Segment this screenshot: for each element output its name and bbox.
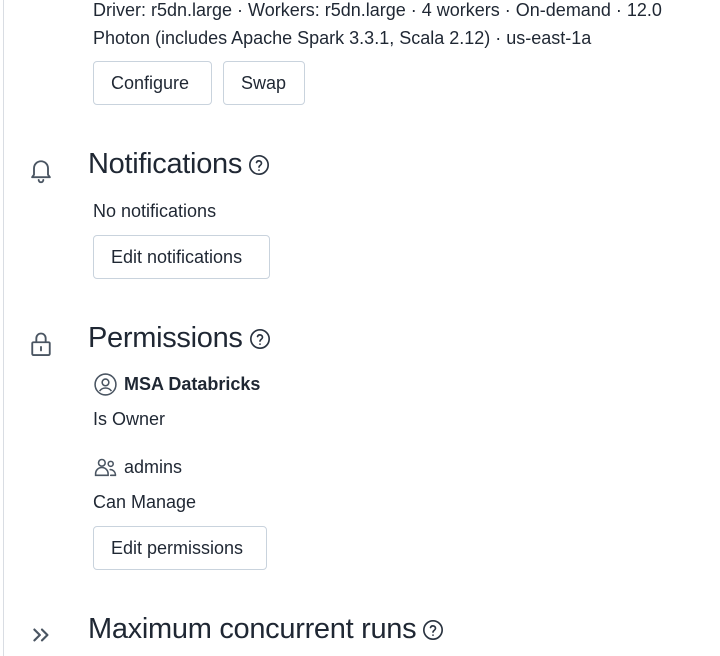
edit-permissions-button[interactable]: Edit permissions <box>93 526 267 570</box>
edit-notifications-button[interactable]: Edit notifications <box>93 235 270 279</box>
help-icon[interactable] <box>248 154 270 176</box>
permission-principal-name: admins <box>124 457 183 477</box>
permissions-section-title: Permissions <box>88 322 271 355</box>
bell-icon <box>31 160 51 184</box>
permissions-title-text: Permissions <box>88 322 243 354</box>
permission-role: Can Manage <box>93 492 197 512</box>
help-icon[interactable] <box>249 328 271 350</box>
cluster-summary-line-1: Driver: r5dn.large · Workers: r5dn.large… <box>93 0 662 20</box>
notifications-status: No notifications <box>93 201 217 221</box>
notifications-title-text: Notifications <box>88 148 243 180</box>
permission-entry-owner: MSA Databricks <box>93 372 260 397</box>
user-circle-icon <box>94 373 117 396</box>
lock-icon <box>31 332 51 357</box>
permission-entry-group: admins <box>93 455 182 480</box>
cluster-summary-line-2: Photon (includes Apache Spark 3.3.1, Sca… <box>93 28 592 48</box>
double-chevron-right-icon <box>33 628 49 642</box>
permission-role: Is Owner <box>93 409 166 429</box>
permission-principal-name: MSA Databricks <box>124 374 261 394</box>
concurrent-runs-title-text: Maximum concurrent runs <box>88 613 417 645</box>
panel-border <box>3 0 4 656</box>
concurrent-runs-section-title: Maximum concurrent runs <box>88 613 444 646</box>
notifications-section-title: Notifications <box>88 148 270 181</box>
help-icon[interactable] <box>422 619 444 641</box>
group-icon <box>94 458 117 477</box>
configure-button[interactable]: Configure <box>93 61 212 105</box>
swap-button[interactable]: Swap <box>223 61 305 105</box>
job-details-panel: Driver: r5dn.large · Workers: r5dn.large… <box>0 0 720 656</box>
